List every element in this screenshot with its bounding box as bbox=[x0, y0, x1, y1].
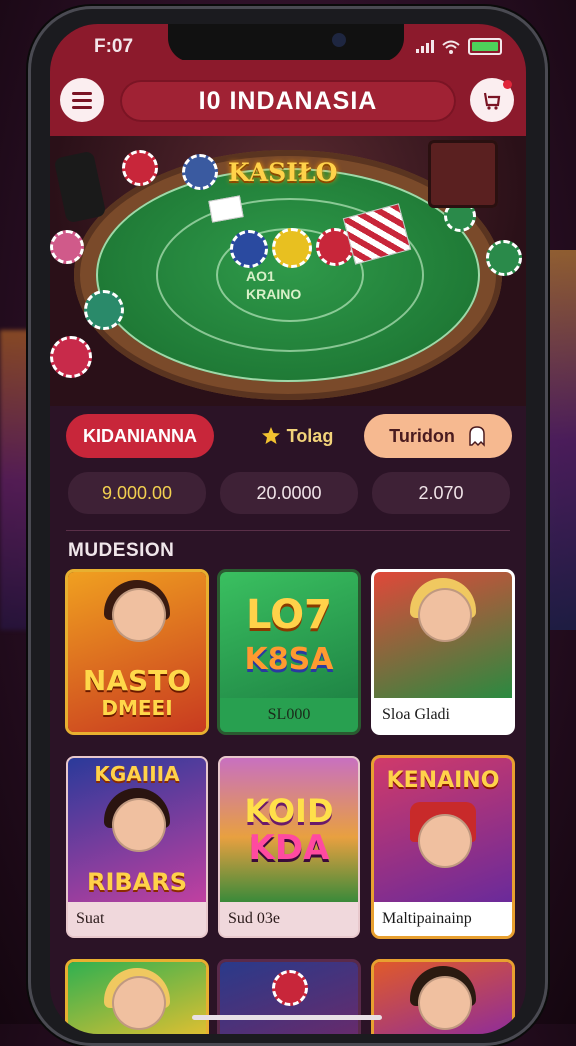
notch bbox=[168, 24, 404, 62]
tile-title: LO7 bbox=[246, 592, 332, 638]
hamburger-icon bbox=[72, 91, 92, 95]
cart-badge bbox=[503, 80, 512, 89]
status-bar: F:07 bbox=[50, 24, 526, 62]
tile-art: KENAINO bbox=[374, 758, 512, 902]
home-indicator[interactable] bbox=[192, 1015, 382, 1020]
poker-chip bbox=[182, 154, 218, 190]
tile-art bbox=[374, 572, 512, 698]
stat-value: 20.0000 bbox=[220, 472, 358, 514]
tile-character bbox=[418, 976, 472, 1030]
tile-art: KGAIIIA RIBARS bbox=[68, 758, 206, 902]
cart-button[interactable] bbox=[470, 78, 514, 122]
poker-chip bbox=[84, 290, 124, 330]
tile-caption: Suat bbox=[68, 902, 206, 936]
game-tile[interactable]: LO7 K8SA SL000 bbox=[220, 572, 358, 732]
tile-caption: Maltipainainp bbox=[374, 902, 512, 936]
tile-title: KOID bbox=[244, 792, 334, 830]
poker-chip bbox=[272, 970, 308, 1006]
table-felt bbox=[96, 168, 480, 382]
tile-caption: Sud 03e bbox=[220, 902, 358, 936]
poker-chip bbox=[486, 240, 522, 276]
status-icons bbox=[416, 38, 502, 55]
tile-subtitle: KDA bbox=[248, 828, 330, 868]
tile-character bbox=[418, 814, 472, 868]
app-header: I0 INDANASIA bbox=[50, 60, 526, 136]
tab-label: Turidon bbox=[389, 425, 455, 446]
game-tile[interactable]: KENAINO Maltipainainp bbox=[374, 758, 512, 936]
felt-text: KRAINO bbox=[246, 286, 302, 302]
game-tile[interactable]: NASTO DMEEI bbox=[68, 572, 206, 732]
tile-character bbox=[112, 798, 166, 852]
signal-icon bbox=[416, 40, 434, 53]
stat-value: 2.070 bbox=[372, 472, 510, 514]
tile-character bbox=[112, 588, 166, 642]
game-tile[interactable]: KGAIIIA RIBARS Suat bbox=[68, 758, 206, 936]
dice-cup bbox=[53, 150, 107, 224]
tile-title: NASTO bbox=[82, 664, 192, 697]
poker-chip bbox=[230, 230, 268, 268]
camera-icon bbox=[332, 33, 346, 47]
tile-caption: Sloa Gladi bbox=[374, 698, 512, 732]
tile-character bbox=[418, 588, 472, 642]
tile-subtitle: DMEEI bbox=[101, 696, 173, 720]
stats-row: 9.000.00 20.0000 2.070 bbox=[50, 472, 526, 516]
poker-chip bbox=[122, 150, 158, 186]
stat-value: 9.000.00 bbox=[68, 472, 206, 514]
status-time: F:07 bbox=[94, 36, 134, 57]
tile-art: KOID KDA bbox=[220, 758, 358, 902]
hero-banner[interactable]: KASIŁO AO1 KRAINO bbox=[50, 136, 526, 406]
tab-kidanianna[interactable]: KIDANIANNA bbox=[66, 414, 214, 458]
battery-icon bbox=[468, 38, 502, 55]
tabs-row: KIDANIANNA Tolag Turidon bbox=[50, 414, 526, 466]
tile-character bbox=[112, 976, 166, 1030]
hero-logo: KASIŁO bbox=[228, 158, 338, 187]
tile-subtitle: RIBARS bbox=[86, 868, 188, 896]
tab-label: Tolag bbox=[286, 425, 334, 446]
tab-label: KIDANIANNA bbox=[83, 425, 197, 446]
wifi-icon bbox=[442, 40, 460, 54]
card-shoe bbox=[428, 140, 498, 208]
poker-chip bbox=[272, 228, 312, 268]
tile-subtitle: K8SA bbox=[244, 642, 334, 677]
divider bbox=[66, 530, 510, 531]
game-tile[interactable]: Sloa Gladi bbox=[374, 572, 512, 732]
tab-turidon[interactable]: Turidon bbox=[364, 414, 512, 458]
section-title: MUDESION bbox=[68, 540, 175, 561]
menu-button[interactable] bbox=[60, 78, 104, 122]
felt-text: AO1 bbox=[246, 268, 275, 284]
poker-chip bbox=[50, 230, 84, 264]
tile-caption: SL000 bbox=[220, 698, 358, 732]
game-tile[interactable] bbox=[374, 962, 512, 1034]
poker-chip bbox=[50, 336, 92, 378]
tile-title: KGAIIIA bbox=[94, 762, 180, 786]
app-title: I0 INDANASIA bbox=[120, 80, 456, 122]
game-tile[interactable] bbox=[68, 962, 206, 1034]
tab-tolag[interactable]: Tolag bbox=[242, 414, 352, 458]
ghost-icon bbox=[469, 426, 485, 447]
phone-screen: F:07 I0 INDANASIA KASIŁO AO1 KRAINO KIDA… bbox=[50, 24, 526, 1034]
star-icon bbox=[261, 427, 280, 444]
tile-title: KENAINO bbox=[386, 768, 500, 793]
cart-icon bbox=[483, 92, 501, 110]
game-tile[interactable] bbox=[220, 962, 358, 1034]
game-tile[interactable]: KOID KDA Sud 03e bbox=[220, 758, 358, 936]
